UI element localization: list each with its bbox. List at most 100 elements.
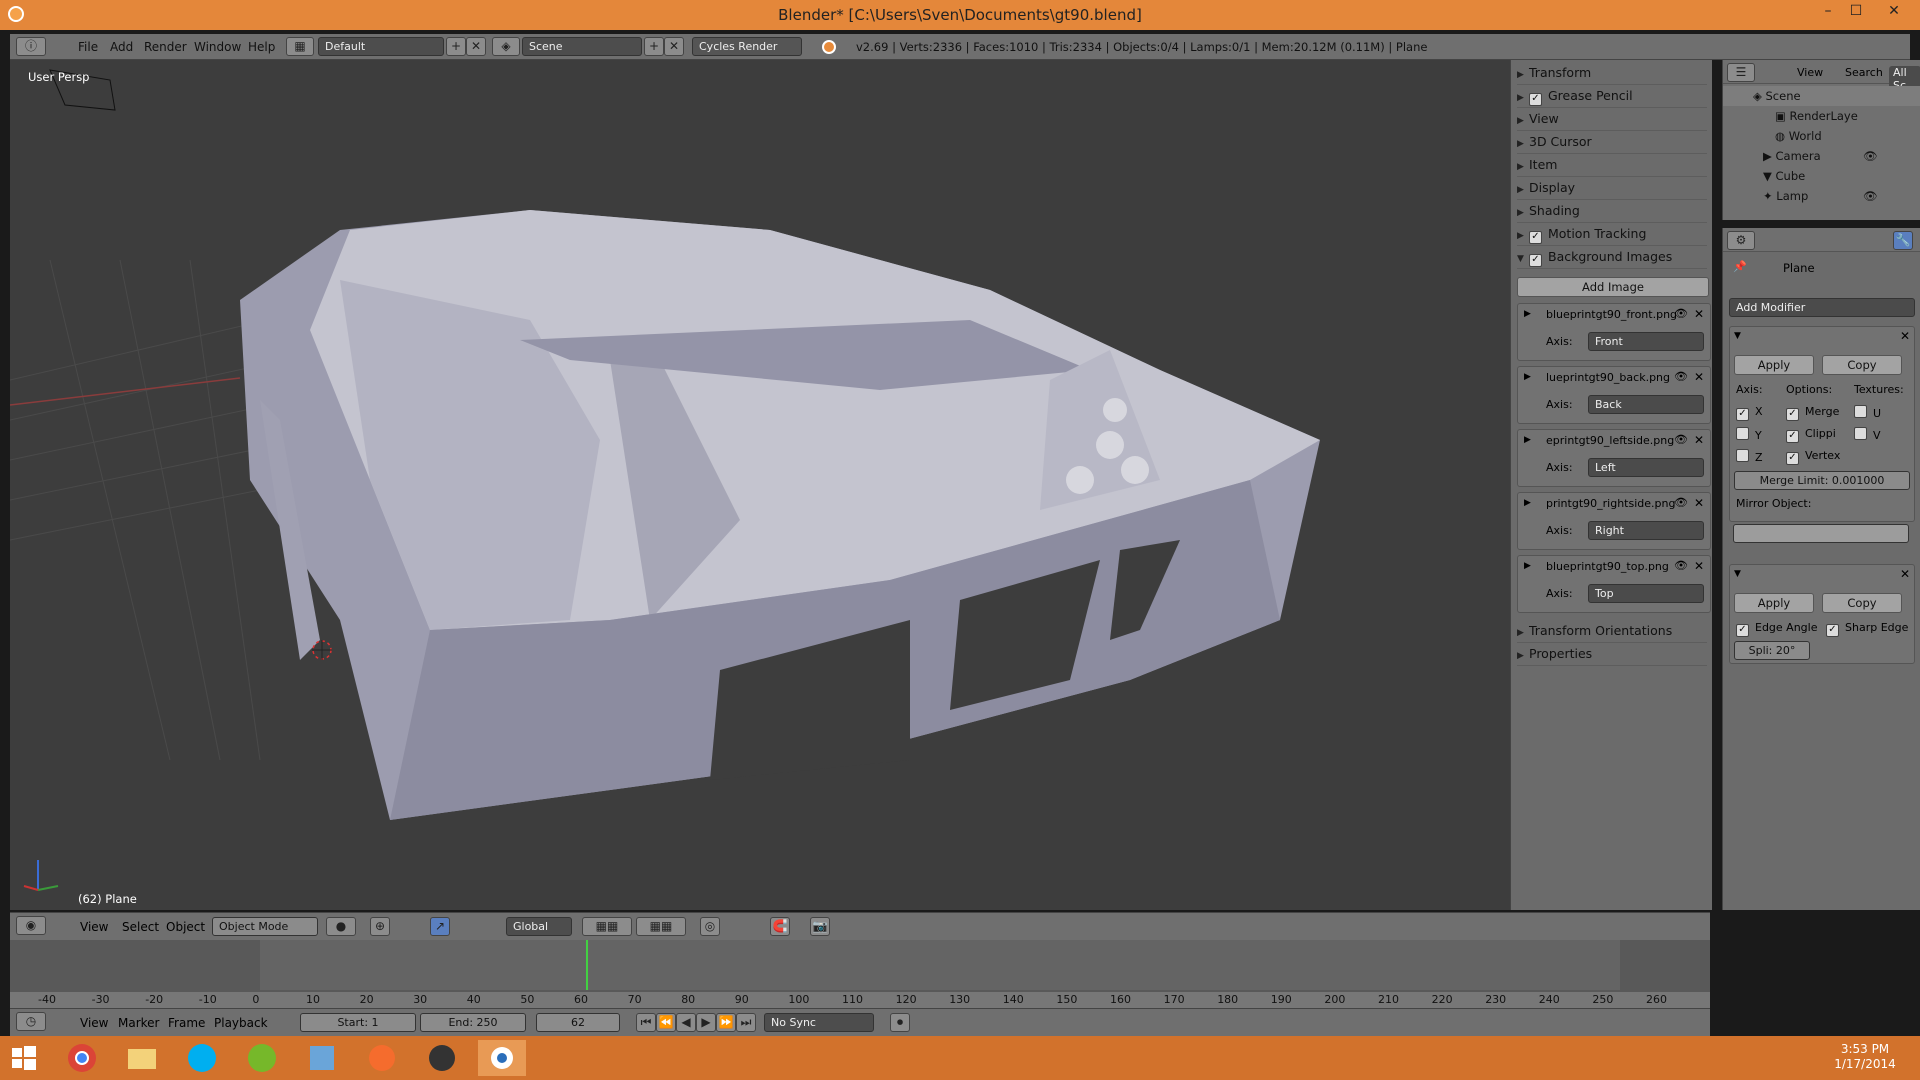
mode-select[interactable]: Object Mode [212, 917, 318, 936]
texture-v-checkbox[interactable]: V [1854, 427, 1881, 442]
panel-background-images[interactable]: ▼ ✓ Background Images [1517, 246, 1707, 269]
add-screen-button[interactable]: + [446, 37, 466, 56]
orientation-select[interactable]: Global [506, 917, 572, 936]
panel-motion-tracking[interactable]: ▶ ✓ Motion Tracking [1517, 223, 1707, 246]
shading-select-icon[interactable]: ● [326, 917, 356, 936]
axis-y-checkbox[interactable]: Y [1736, 427, 1762, 442]
remove-icon[interactable]: ✕ [1694, 307, 1704, 321]
render-engine-select[interactable]: Cycles Render [692, 37, 802, 56]
scene-field[interactable]: Scene [522, 37, 642, 56]
prev-keyframe-icon[interactable]: ⏪ [656, 1013, 676, 1032]
skype-icon[interactable] [178, 1040, 226, 1076]
sharp-edge-checkbox[interactable]: ✓ Sharp Edge [1826, 621, 1908, 637]
apply-button[interactable]: Apply [1734, 355, 1814, 375]
sync-select[interactable]: No Sync [764, 1013, 874, 1032]
translate-manipulator-icon[interactable]: ↗ [430, 917, 450, 936]
viewport-scene[interactable] [10, 60, 1510, 910]
expand-icon[interactable]: ▶ [1524, 498, 1531, 508]
panel-display[interactable]: ▶ Display [1517, 177, 1707, 200]
menu-window[interactable]: Window [194, 40, 241, 54]
remove-modifier-icon[interactable]: ✕ [1900, 329, 1910, 343]
maximize-button[interactable]: ☐ [1836, 0, 1876, 24]
info-editor-icon[interactable]: ⓘ [16, 37, 46, 56]
remove-icon[interactable]: ✕ [1694, 433, 1704, 447]
clock[interactable]: 3:53 PM 1/17/2014 [1820, 1042, 1910, 1072]
remove-icon[interactable]: ✕ [1694, 370, 1704, 384]
screen-layout-icon[interactable]: ▦ [286, 37, 314, 56]
add-scene-button[interactable]: + [644, 37, 664, 56]
menu-add[interactable]: Add [110, 40, 133, 54]
add-image-button[interactable]: Add Image [1517, 277, 1709, 297]
3d-viewport[interactable]: User Persp (62) Plane [10, 60, 1510, 910]
render-preview-icon[interactable]: 📷 [810, 917, 830, 936]
outliner-item-camera[interactable]: ▶ Camera 👁 [1723, 146, 1920, 166]
start-icon[interactable] [6, 1040, 54, 1076]
outliner-editor-icon[interactable]: ☰ [1727, 63, 1755, 82]
edge-angle-checkbox[interactable]: ✓ Edge Angle [1736, 621, 1817, 637]
record-icon[interactable]: ⏺ [890, 1013, 910, 1032]
jump-end-icon[interactable]: ⏭ [736, 1013, 756, 1032]
3d-view-editor-icon[interactable]: ◉ [16, 916, 46, 935]
pivot-icon[interactable]: ⊕ [370, 917, 390, 936]
pin-icon[interactable]: 📌 [1733, 260, 1747, 273]
axis-select[interactable]: Back [1588, 395, 1704, 414]
panel-properties[interactable]: ▶ Properties [1517, 643, 1707, 666]
outliner-menu-search[interactable]: Search [1845, 66, 1883, 79]
eye-icon[interactable]: 👁 [1863, 186, 1878, 206]
axis-select[interactable]: Top [1588, 584, 1704, 603]
playback-menu[interactable]: Playback [214, 1016, 268, 1030]
collapse-icon[interactable]: ▼ [1734, 331, 1741, 341]
panel-view[interactable]: ▶ View [1517, 108, 1707, 131]
eye-icon[interactable]: 👁 [1863, 146, 1878, 166]
outliner-item-renderlayer[interactable]: ▣ RenderLaye [1723, 106, 1920, 126]
eye-icon[interactable]: 👁 [1674, 559, 1688, 572]
start-frame-field[interactable]: Start: 1 [300, 1013, 416, 1032]
remove-icon[interactable]: ✕ [1694, 496, 1704, 510]
remove-modifier-icon[interactable]: ✕ [1900, 567, 1910, 581]
timeline-editor-icon[interactable]: ◷ [16, 1012, 46, 1031]
remove-icon[interactable]: ✕ [1694, 559, 1704, 573]
expand-icon[interactable]: ▶ [1524, 435, 1531, 445]
timeline-view-menu[interactable]: View [80, 1016, 108, 1030]
current-frame-marker[interactable] [586, 940, 588, 990]
menu-file[interactable]: File [78, 40, 98, 54]
clipping-checkbox[interactable]: ✓ Clippi [1786, 427, 1836, 443]
car-mesh[interactable] [240, 210, 1320, 820]
outliner-item-world[interactable]: ◍ World [1723, 126, 1920, 146]
expand-icon[interactable]: ▶ [1524, 372, 1531, 382]
proportional-edit-icon[interactable]: ◎ [700, 917, 720, 936]
panel-transform-orientations[interactable]: ▶ Transform Orientations [1517, 620, 1707, 643]
marker-menu[interactable]: Marker [118, 1016, 159, 1030]
next-keyframe-icon[interactable]: ⏩ [716, 1013, 736, 1032]
end-frame-field[interactable]: End: 250 [420, 1013, 526, 1032]
remove-screen-button[interactable]: ✕ [466, 37, 486, 56]
play-icon[interactable]: ▶ [696, 1013, 716, 1032]
frame-menu[interactable]: Frame [168, 1016, 205, 1030]
panel-transform[interactable]: ▶ Transform [1517, 62, 1707, 85]
jump-start-icon[interactable]: ⏮ [636, 1013, 656, 1032]
copy-button[interactable]: Copy [1822, 593, 1902, 613]
texture-u-checkbox[interactable]: U [1854, 405, 1881, 420]
play-reverse-icon[interactable]: ◀ [676, 1013, 696, 1032]
eye-icon[interactable]: 👁 [1674, 370, 1688, 383]
origin-icon[interactable] [358, 1040, 406, 1076]
utorrent-icon[interactable] [238, 1040, 286, 1076]
file-explorer-icon[interactable] [118, 1040, 166, 1076]
timeline[interactable]: -40 -30 -20 -10 0 10 20 30 40 50 60 70 80 90 100 110 120… [10, 940, 1710, 1016]
outliner-item-cube[interactable]: ▼ Cube [1723, 166, 1920, 186]
panel-grease-pencil[interactable]: ▶ ✓ Grease Pencil [1517, 85, 1707, 108]
outliner-item-lamp[interactable]: ✦ Lamp 👁 [1723, 186, 1920, 206]
panel-item[interactable]: ▶ Item [1517, 154, 1707, 177]
select-menu[interactable]: Select [122, 920, 159, 934]
view-menu[interactable]: View [80, 920, 108, 934]
close-button[interactable]: ✕ [1874, 0, 1914, 24]
layers-grid-icon[interactable]: ▦▦ [636, 917, 686, 936]
vertex-groups-checkbox[interactable]: ✓ Vertex [1786, 449, 1840, 465]
menu-help[interactable]: Help [248, 40, 275, 54]
panel-shading[interactable]: ▶ Shading [1517, 200, 1707, 223]
axis-select[interactable]: Left [1588, 458, 1704, 477]
expand-icon[interactable]: ▶ [1524, 309, 1531, 319]
blender-taskbar-icon[interactable] [478, 1040, 526, 1076]
current-frame-field[interactable]: 62 [536, 1013, 620, 1032]
screen-field[interactable]: Default [318, 37, 444, 56]
